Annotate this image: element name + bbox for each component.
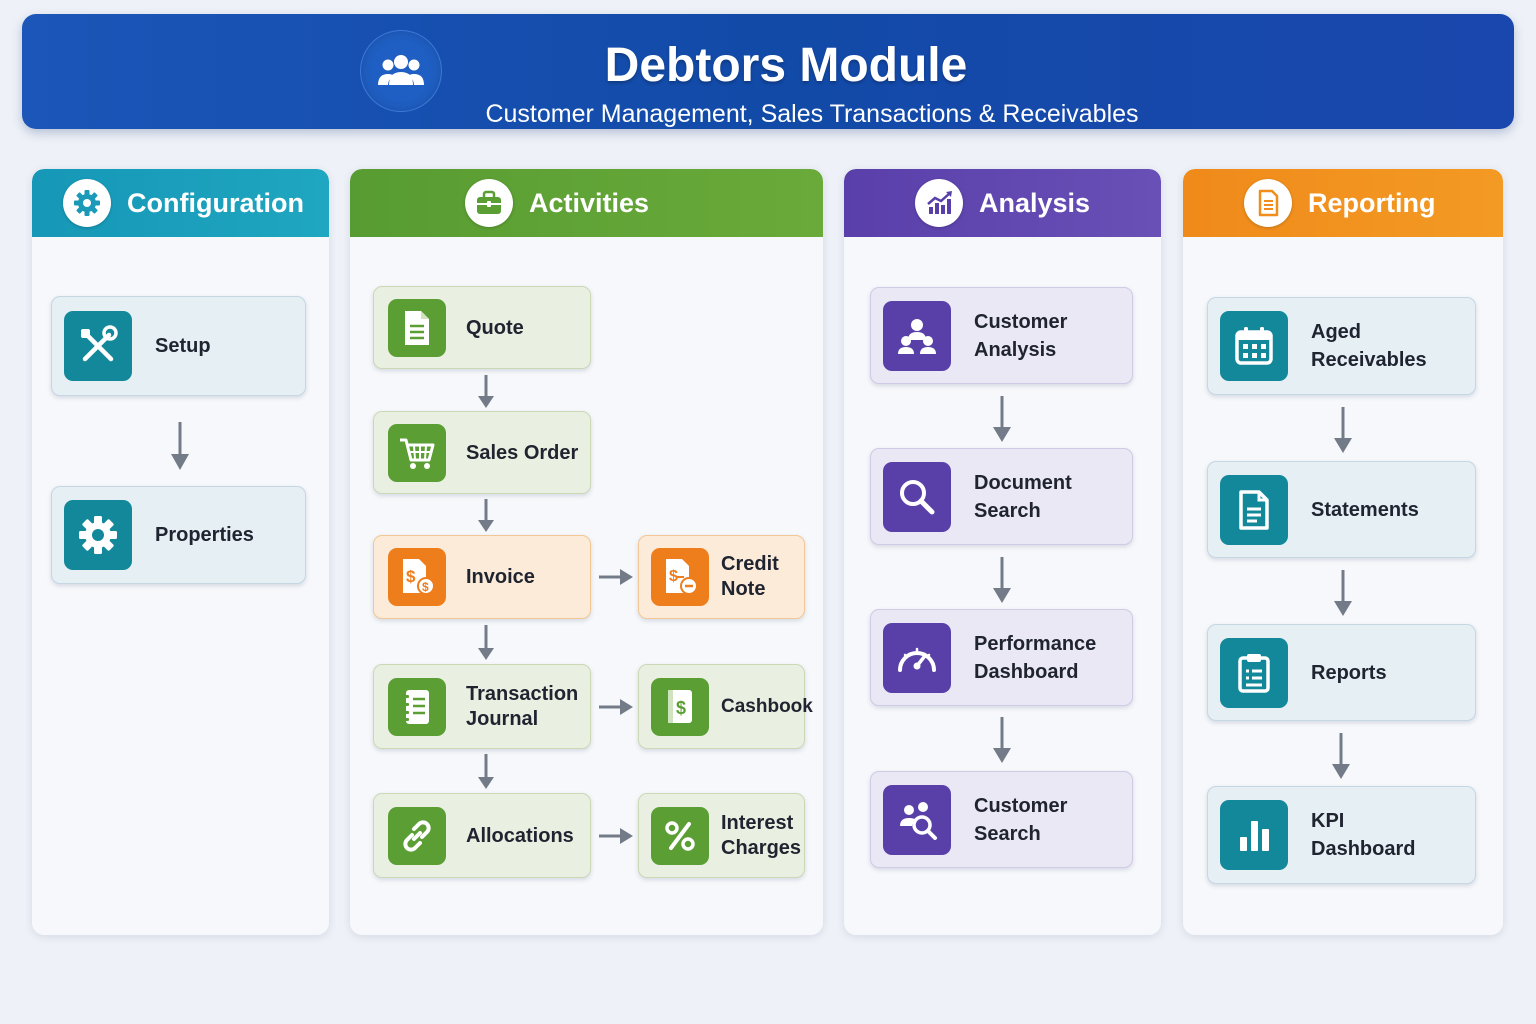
allocations-card[interactable]: Allocations [373,793,591,878]
arrow-down-icon [478,754,494,789]
briefcase-icon [465,179,513,227]
cart-icon [388,423,446,482]
cashbook-label: Cashbook [721,695,813,717]
document-icon [388,298,446,357]
customer-analysis-card[interactable]: Customer Analysis [870,287,1133,384]
invoice-card[interactable]: $ $ Invoice [373,535,591,619]
arrow-down-icon [993,717,1011,763]
bar-chart-icon [1220,800,1288,870]
cashbook-card[interactable]: $ Cashbook [638,664,813,749]
statements-label: Statements [1311,498,1419,521]
setup-label: Setup [155,335,211,357]
activities-title: Activities [529,187,650,218]
allocations-label: Allocations [466,824,574,847]
statements-card[interactable]: Statements [1207,461,1476,558]
transaction-journal-card[interactable]: Transaction Journal [373,664,591,749]
arrow-right-icon [599,569,633,585]
setup-card[interactable]: Setup [51,296,306,396]
reporting-title: Reporting [1308,187,1436,218]
arrow-right-icon [599,699,633,715]
percent-icon [651,806,709,865]
user-search-icon [883,784,951,855]
transaction-journal-label: Transaction Journal [466,682,579,730]
analysis-title: Analysis [979,187,1091,218]
analysis-header: Analysis [844,169,1161,237]
credit-note-icon: $ [651,548,709,606]
gear-icon [63,179,111,227]
svg-text:$: $ [669,568,678,585]
svg-text:$: $ [676,698,686,718]
sales-order-card[interactable]: Sales Order [373,411,591,494]
customer-search-card[interactable]: Customer Search [870,771,1133,868]
gauge-icon [883,622,951,693]
document-search-label: Document Search [974,471,1072,522]
search-icon [883,461,951,532]
credit-note-label: Credit Note [721,553,779,600]
aged-receivables-card[interactable]: Aged Receivables [1207,297,1476,395]
svg-text:$: $ [422,580,429,594]
arrow-down-icon [478,375,494,408]
chart-icon [915,179,963,227]
document-search-card[interactable]: Document Search [870,448,1133,545]
performance-dashboard-label: Performance Dashboard [974,632,1097,683]
quote-label: Quote [466,316,524,339]
arrow-down-icon [993,557,1011,603]
calendar-icon [1220,311,1288,381]
arrow-down-icon [993,396,1011,442]
interest-charges-card[interactable]: Interest Charges [638,793,805,878]
page-subtitle: Customer Management, Sales Transactions … [485,100,1139,128]
arrow-down-icon [1332,733,1350,779]
invoice-icon: $ $ [388,548,446,606]
interest-charges-label: Interest Charges [721,811,802,859]
credit-note-card[interactable]: $ Credit Note [638,535,805,619]
invoice-label: Invoice [466,566,535,588]
link-icon [388,806,446,865]
reports-card[interactable]: Reports [1207,624,1476,721]
configuration-title: Configuration [127,187,304,218]
arrow-right-icon [599,828,633,844]
report-icon [1244,179,1292,227]
arrow-down-icon [1334,407,1352,453]
reports-label: Reports [1311,661,1387,684]
cashbook-icon: $ [651,677,709,736]
configuration-header: Configuration [32,169,329,237]
kpi-dashboard-card[interactable]: KPI Dashboard [1207,786,1476,884]
journal-icon [388,677,446,736]
sales-order-label: Sales Order [466,441,579,464]
kpi-dashboard-label: KPI Dashboard [1311,810,1416,860]
properties-label: Properties [155,524,254,546]
arrow-down-icon [171,422,189,470]
tools-icon [64,311,132,381]
page-title: Debtors Module [604,39,968,92]
arrow-down-icon [478,499,494,532]
performance-dashboard-card[interactable]: Performance Dashboard [870,609,1133,706]
statement-icon [1220,474,1288,545]
clipboard-icon [1220,637,1288,708]
customers-icon [883,300,951,371]
reporting-header: Reporting [1183,169,1503,237]
module-header: Debtors Module Customer Management, Sale… [22,14,1514,129]
arrow-down-icon [478,625,494,660]
quote-card[interactable]: Quote [373,286,591,369]
properties-card[interactable]: Properties [51,486,306,584]
customer-analysis-label: Customer Analysis [974,310,1068,361]
activities-header: Activities [350,169,823,237]
customer-search-label: Customer Search [974,794,1068,845]
gear-icon [64,500,132,570]
svg-text:$: $ [406,567,416,586]
arrow-down-icon [1334,570,1352,616]
aged-receivables-label: Aged Receivables [1311,321,1427,371]
